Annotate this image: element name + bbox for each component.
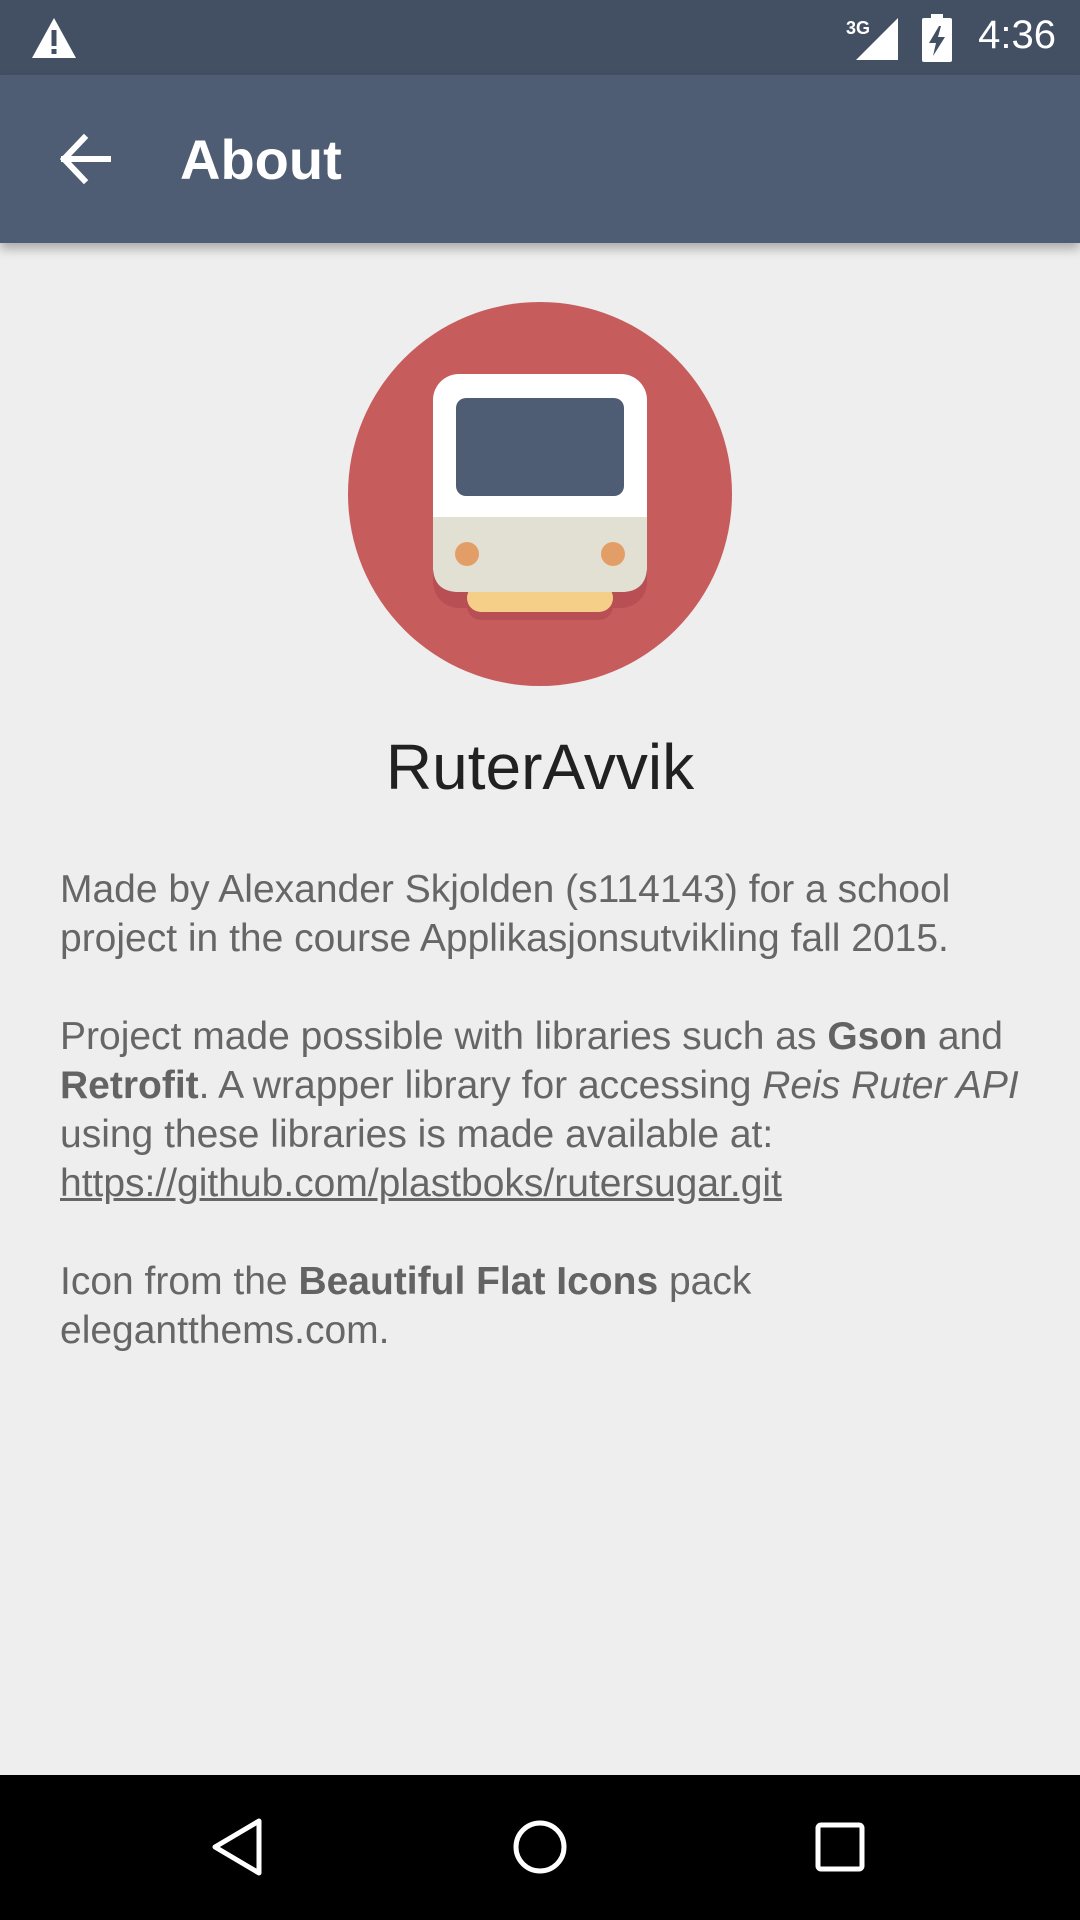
- svg-text:3G: 3G: [846, 18, 870, 38]
- signal-3g-icon: 3G: [846, 18, 898, 60]
- battery-charging-icon: [922, 14, 952, 62]
- libraries-paragraph: Project made possible with libraries suc…: [60, 1012, 1020, 1208]
- library-retrofit: Retrofit: [60, 1064, 199, 1107]
- libraries-text-2: and: [927, 1015, 1003, 1058]
- navigation-bar: [0, 1775, 1080, 1920]
- library-gson: Gson: [827, 1015, 928, 1058]
- libraries-text-4: using these libraries is made available …: [60, 1113, 774, 1156]
- about-text: Made by Alexander Skjolden (s114143) for…: [60, 865, 1020, 1404]
- credits-paragraph: Made by Alexander Skjolden (s114143) for…: [60, 868, 951, 960]
- github-link[interactable]: https://github.com/plastboks/rutersugar.…: [60, 1162, 782, 1205]
- train-logo-icon: [348, 302, 732, 686]
- warning-icon: [32, 18, 76, 58]
- api-name: Reis Ruter API: [762, 1064, 1019, 1107]
- icon-pack-name: Beautiful Flat Icons: [298, 1260, 659, 1303]
- app-name: RuterAvvik: [385, 731, 695, 803]
- icon-credit-paragraph: Icon from the Beautiful Flat Icons pack …: [60, 1257, 1020, 1355]
- status-bar: 3G 4:36: [0, 0, 1080, 75]
- libraries-text-1: Project made possible with libraries suc…: [60, 1015, 828, 1058]
- icon-credit-text-1: Icon from the: [60, 1260, 299, 1303]
- page-title: About: [180, 128, 342, 191]
- status-clock: 4:36: [978, 13, 1056, 57]
- app-bar: About: [0, 75, 1080, 243]
- nav-home-icon[interactable]: [508, 1815, 572, 1879]
- arrow-back-icon[interactable]: [58, 132, 112, 186]
- libraries-text-3: . A wrapper library for accessing: [198, 1064, 763, 1107]
- nav-back-icon[interactable]: [207, 1815, 271, 1879]
- nav-recents-icon[interactable]: [808, 1815, 872, 1879]
